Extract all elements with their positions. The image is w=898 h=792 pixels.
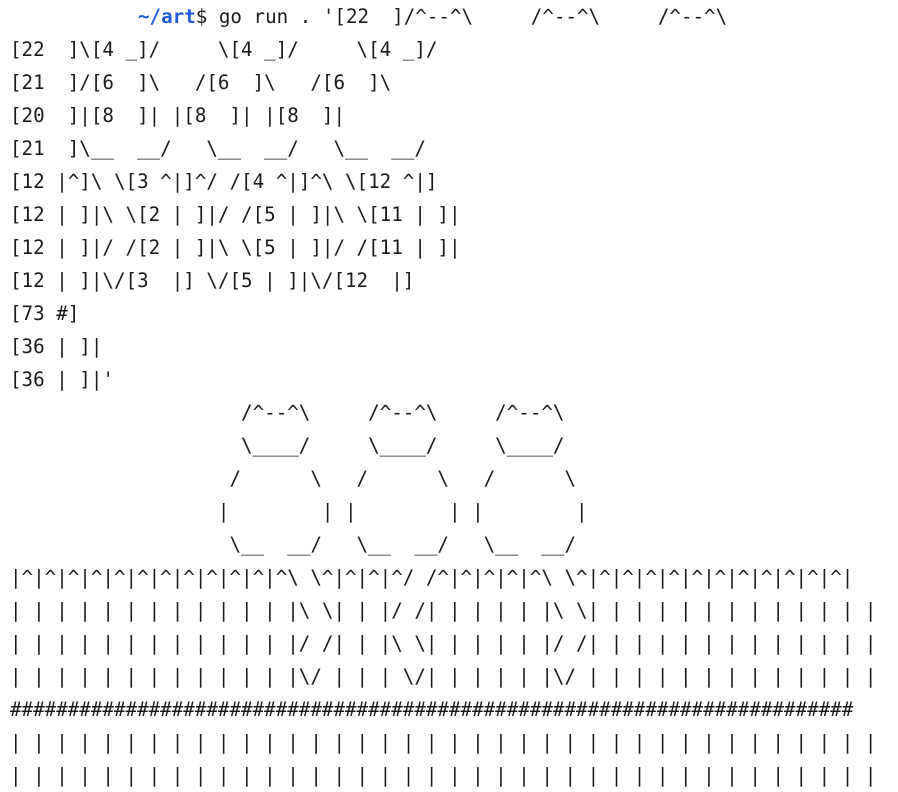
prompt-directory: ~/art — [138, 5, 196, 28]
command-continuation-line: [12 |^]\ \[3 ^|]^/ /[4 ^|]^\ \[12 ^|] — [10, 170, 438, 193]
command-continuation-line: [12 | ]|/ /[2 | ]|\ \[5 | ]|/ /[11 | ]| — [10, 236, 461, 259]
output-line: | | | | | | | | | | | | | | | | | | | | … — [10, 731, 877, 754]
command-continuation-line: [12 | ]|\/[3 |] \/[5 | ]|\/[12 |] — [10, 269, 415, 292]
output-line: | | | | | | | | | | | | |/ /| | |\ \| | … — [10, 632, 877, 655]
command-line: ~/art$ go run . '[22 ]/^--^\ /^--^\ /^--… — [10, 0, 727, 33]
output-line: \__ __/ \__ __/ \__ __/ — [10, 533, 577, 556]
output-line: |^|^|^|^|^|^|^|^|^|^|^|^\ \^|^|^|^/ /^|^… — [10, 566, 854, 589]
command-continuation-line: [22 ]\[4 _]/ \[4 _]/ \[4 _]/ — [10, 38, 438, 61]
command-continuation-line: [36 | ]| — [10, 335, 103, 358]
output-line: | | | | | | | | | | | | | | | | | | | | … — [10, 764, 877, 787]
output-line: | | | | | | | | | | | | |\/ | | | \/| | … — [10, 665, 877, 688]
command-continuation-line: [73 #] — [10, 302, 80, 325]
command-continuation-line: [21 ]\__ __/ \__ __/ \__ __/ — [10, 137, 426, 160]
output-line: | | | | | | | | | | | | |\ \| | |/ /| | … — [10, 599, 877, 622]
prompt-symbol: $ — [195, 5, 208, 28]
output-line: \____/ \____/ \____/ — [10, 434, 565, 457]
command-continuation-line: [21 ]/[6 ]\ /[6 ]\ /[6 ]\ — [10, 71, 392, 94]
output-line: | | | | | | — [10, 500, 588, 523]
command-continuation-line: [12 | ]|\ \[2 | ]|/ /[5 | ]|\ \[11 | ]| — [10, 203, 461, 226]
output-line: /^--^\ /^--^\ /^--^\ — [10, 401, 565, 424]
command-continuation-line: [20 ]|[8 ]| |[8 ]| |[8 ]| — [10, 104, 346, 127]
output-line: / \ / \ / \ — [10, 467, 577, 490]
command-text: go run . '[22 ]/^--^\ /^--^\ /^--^\ — [207, 5, 728, 28]
output-line: ########################################… — [10, 698, 854, 721]
command-continuation-line: [36 | ]|' — [10, 368, 114, 391]
terminal-output[interactable]: ~/art$ go run . '[22 ]/^--^\ /^--^\ /^--… — [10, 0, 898, 792]
